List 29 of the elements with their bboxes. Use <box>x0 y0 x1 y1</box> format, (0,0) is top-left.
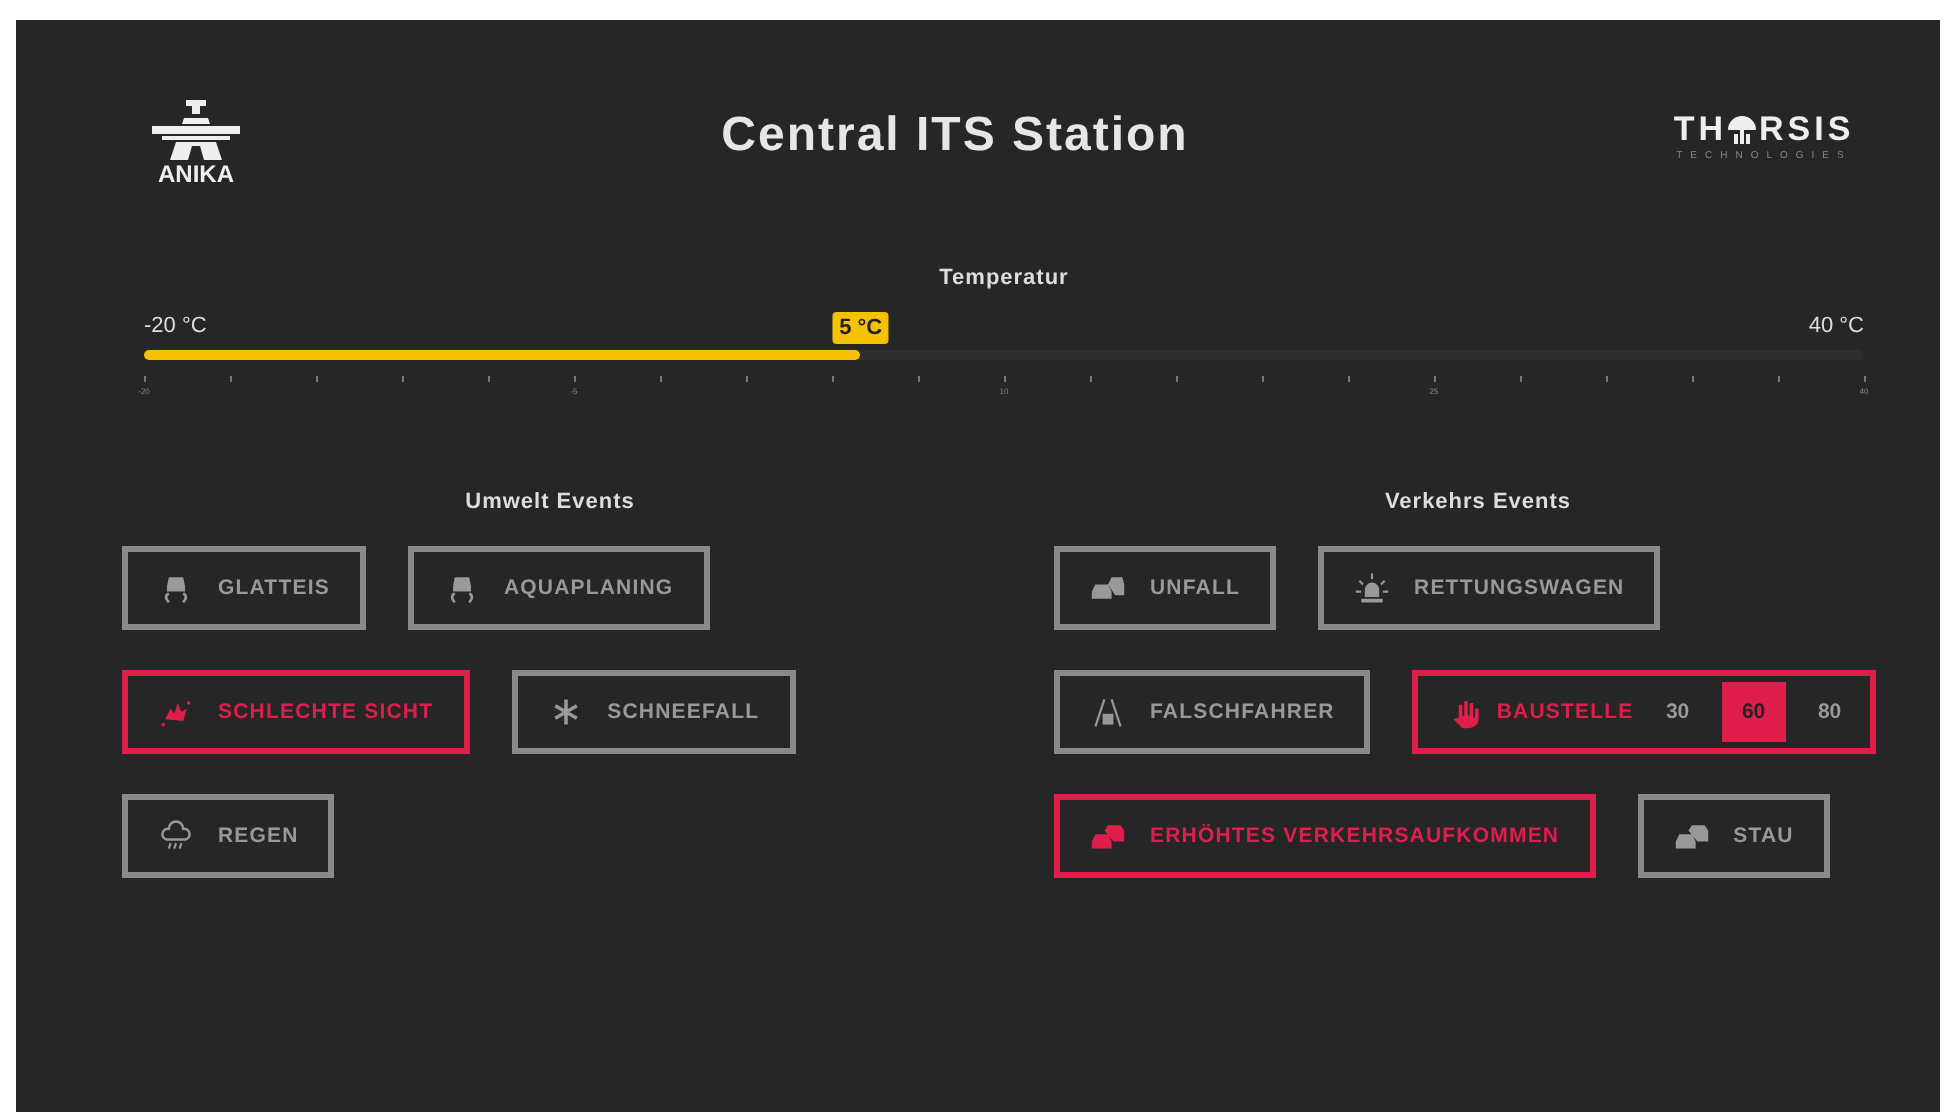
event-button[interactable]: SCHNEEFALL <box>511 670 796 754</box>
speed-option[interactable]: 80 <box>1797 682 1862 742</box>
event-button[interactable]: SCHLECHTE SICHT <box>122 670 470 754</box>
speed-option[interactable]: 60 <box>1721 682 1786 742</box>
logo-text: RSIS <box>1758 110 1855 150</box>
value-tooltip: 5 °C <box>833 312 889 344</box>
page-title: Central ITS Station <box>721 108 1189 164</box>
event-button[interactable]: GLATTEIS <box>122 546 366 630</box>
event-toggle[interactable]: BAUSTELLE 30 60 80 <box>1412 670 1876 754</box>
logo-text: ANIKA <box>158 160 234 188</box>
speed-option[interactable]: 30 <box>1645 682 1710 742</box>
event-button[interactable]: AQUAPLANING <box>407 546 710 630</box>
event-label: BAUSTELLE <box>1496 700 1634 724</box>
event-button[interactable]: FALSCHFAHRER <box>1054 670 1371 754</box>
event-button[interactable]: REGEN <box>122 794 335 878</box>
event-button[interactable]: STAU <box>1637 794 1830 878</box>
siren-icon <box>1354 570 1391 606</box>
road-car-icon <box>1090 694 1126 730</box>
event-button[interactable]: RETTUNGSWAGEN <box>1318 546 1661 630</box>
highway-logo-icon <box>152 100 240 160</box>
rain-cloud-icon <box>158 818 194 854</box>
slider-title: Temperatur <box>937 266 1071 290</box>
min-label: -20 °C <box>144 314 207 338</box>
max-label: 40 °C <box>1808 314 1864 338</box>
event-button[interactable]: ERHÖHTES VERKEHRSAUFKOMMEN <box>1054 794 1596 878</box>
event-button[interactable]: UNFALL <box>1054 546 1277 630</box>
section-title: Verkehrs Events <box>1382 490 1574 514</box>
logo-text: TH <box>1673 110 1727 150</box>
section-title: Umwelt Events <box>463 490 637 514</box>
